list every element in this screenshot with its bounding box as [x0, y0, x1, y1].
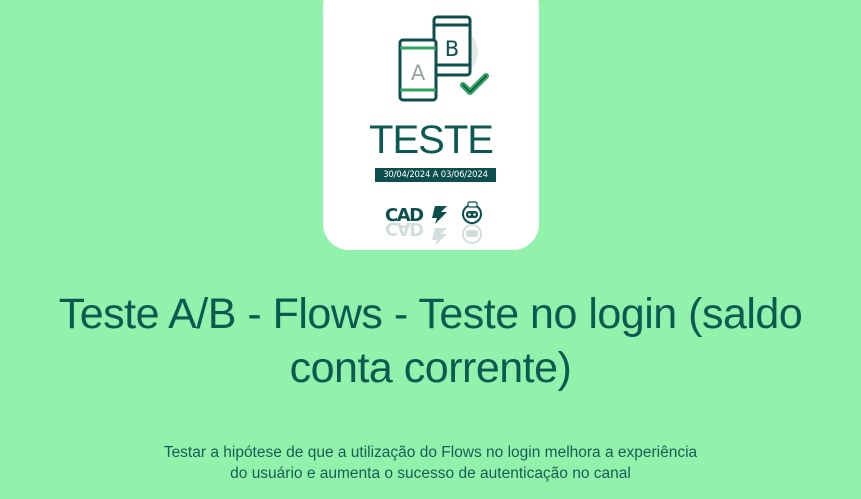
page-description: Testar a hipótese de que a utilização do… [0, 442, 861, 484]
ab-test-phones-icon: B A [398, 15, 489, 102]
chatbot-icon [462, 201, 482, 244]
page-title: Teste A/B - Flows - Teste no login (sald… [0, 287, 861, 395]
description-line-1: Testar a hipótese de que a utilização do… [163, 444, 698, 461]
card-title: TESTE [369, 118, 494, 162]
test-card: B A TESTE 30/04/2024 A 03/06/2024 CAD CA… [323, 0, 539, 250]
description-line-2: do usuário e aumenta o sucesso de autent… [230, 465, 631, 482]
page-title-line-1: Teste A/B - Flows - Teste no login (sald… [58, 290, 803, 338]
partner-logos: CAD CAD [385, 201, 482, 246]
date-range-badge: 30/04/2024 A 03/06/2024 [375, 168, 496, 182]
page-title-line-2: conta corrente) [289, 344, 572, 392]
banco-do-brasil-icon [432, 206, 447, 246]
variant-b-label: B [445, 37, 459, 61]
variant-a-label: A [411, 61, 426, 85]
svg-text:CAD: CAD [385, 218, 423, 239]
cad-logo: CAD CAD [385, 205, 425, 239]
